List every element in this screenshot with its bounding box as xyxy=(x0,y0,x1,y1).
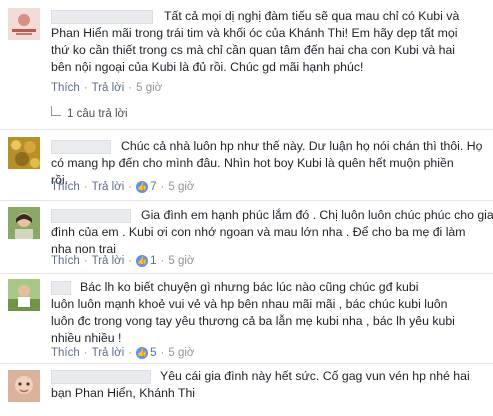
comment-text-line-1: Yêu cái gia đình này hết sức. Cố gag vun… xyxy=(160,369,470,383)
divider xyxy=(0,129,493,130)
separator-dot: · xyxy=(160,347,165,359)
avatar[interactable] xyxy=(8,137,40,169)
avatar-image-icon xyxy=(8,370,40,402)
comment-text-line-3: luôn đc trong vong tay yêu thương cả ba … xyxy=(51,314,455,328)
comment-text-line-2: bạn Phan Hiển, Khánh Thi xyxy=(51,386,196,400)
comment-actions: Thích · Trả lời · 👍 5 · 5 giờ xyxy=(51,347,194,359)
comment-text-line-1: Bác lh ko biết chuyện gì nhưng bác lúc n… xyxy=(80,280,419,294)
like-count[interactable]: 1 xyxy=(150,255,156,267)
comment-text-line-1: Chúc cả nhà luôn hp như thế này. Dư luận… xyxy=(121,139,483,153)
avatar-image-icon xyxy=(8,8,40,40)
like-count[interactable]: 7 xyxy=(150,181,156,193)
separator-dot: · xyxy=(128,347,133,359)
comment-text-line-4: bên nội ngoại của Kubi là đủ rồi. Chúc g… xyxy=(51,60,364,74)
commenter-name-redacted[interactable] xyxy=(51,140,111,154)
comment-text-line-2: Phan Hiển mãi trong trái tim và khối óc … xyxy=(51,26,458,40)
commenter-name-redacted[interactable] xyxy=(51,209,131,223)
comment-text-line-2: có mang hp đến cho mình đâu. Nhìn hot bo… xyxy=(51,156,454,170)
separator-dot: · xyxy=(128,82,133,94)
avatar-image-icon xyxy=(8,279,40,311)
timestamp[interactable]: 5 giờ xyxy=(168,347,194,359)
comment-text-line-2: đình của em . Kubi ơi con nhớ ngoan và m… xyxy=(51,225,466,239)
like-thumb-icon: 👍 xyxy=(136,347,149,359)
like-count[interactable]: 5 xyxy=(150,347,156,359)
separator-dot: · xyxy=(128,181,133,193)
avatar-image-icon xyxy=(8,137,40,169)
timestamp[interactable]: 5 giờ xyxy=(136,82,162,94)
comment-actions: Thích · Trả lời · 👍 1 · 5 giờ xyxy=(51,255,194,267)
avatar[interactable] xyxy=(8,279,40,311)
separator-dot: · xyxy=(83,181,88,193)
reply-link[interactable]: Trả lời xyxy=(92,255,125,267)
separator-dot: · xyxy=(83,255,88,267)
timestamp[interactable]: 5 giờ xyxy=(168,255,194,267)
like-link[interactable]: Thích xyxy=(51,82,80,94)
separator-dot: · xyxy=(83,82,88,94)
like-link[interactable]: Thích xyxy=(51,181,80,193)
avatar-image-icon xyxy=(8,207,40,239)
divider xyxy=(0,363,493,364)
divider xyxy=(0,273,493,274)
commenter-name-redacted[interactable] xyxy=(51,370,151,384)
comment-text-line-4: nhiều nhiều ! xyxy=(51,331,122,345)
view-replies-link[interactable]: 1 câu trả lời xyxy=(51,106,128,120)
like-thumb-icon: 👍 xyxy=(136,181,149,193)
reply-link[interactable]: Trả lời xyxy=(92,82,125,94)
reply-count-label: 1 câu trả lời xyxy=(67,108,128,120)
like-link[interactable]: Thích xyxy=(51,255,80,267)
commenter-name-redacted[interactable] xyxy=(51,281,71,295)
comment-actions: Thích · Trả lời · 5 giờ xyxy=(51,82,162,94)
avatar[interactable] xyxy=(8,8,40,40)
reply-link[interactable]: Trả lời xyxy=(92,347,125,359)
comment-text-line-3: thứ ko cần thiết trong cs mà chỉ cần qua… xyxy=(51,43,456,57)
divider xyxy=(0,200,493,201)
avatar[interactable] xyxy=(8,370,40,402)
comment-actions: Thích · Trả lời · 👍 7 · 5 giờ xyxy=(51,181,194,193)
comment-text-line-1: Tất cả mọi dị nghị đàm tiếu sẽ qua mau c… xyxy=(164,9,460,23)
separator-dot: · xyxy=(160,255,165,267)
like-link[interactable]: Thích xyxy=(51,347,80,359)
reply-link[interactable]: Trả lời xyxy=(92,181,125,193)
commenter-name-redacted[interactable] xyxy=(51,10,153,24)
timestamp[interactable]: 5 giờ xyxy=(168,181,194,193)
reply-arrow-icon xyxy=(51,106,61,116)
like-thumb-icon: 👍 xyxy=(136,255,149,267)
separator-dot: · xyxy=(83,347,88,359)
separator-dot: · xyxy=(160,181,165,193)
avatar[interactable] xyxy=(8,207,40,239)
comment-text-line-1: Gia đình em hạnh phúc lắm đó . Chị luôn … xyxy=(141,208,493,222)
separator-dot: · xyxy=(128,255,133,267)
comment-text-line-2: luôn luôn mạnh khoẻ vui vẻ và hp bên nha… xyxy=(51,297,448,311)
